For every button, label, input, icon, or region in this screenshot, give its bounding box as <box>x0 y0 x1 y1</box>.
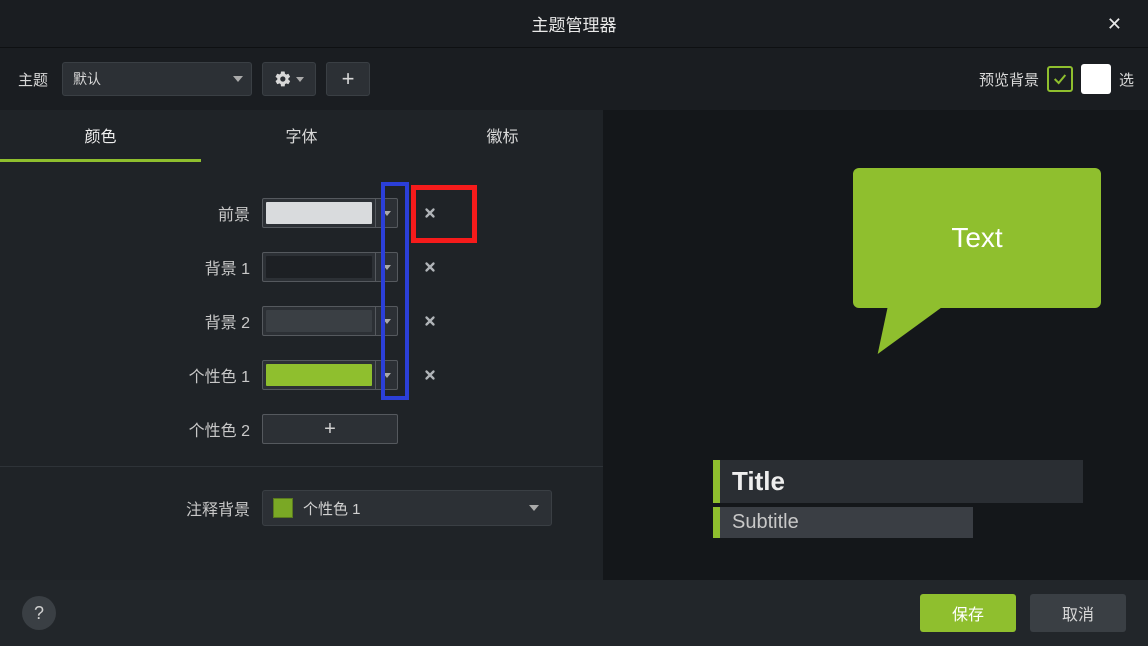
close-icon <box>423 206 437 220</box>
plus-icon: + <box>324 418 336 441</box>
truncated-label: 选 <box>1119 69 1134 90</box>
chevron-down-icon <box>383 211 391 216</box>
plus-icon: + <box>342 66 355 92</box>
check-icon <box>1052 71 1068 87</box>
background1-swatch <box>266 256 372 278</box>
tab-color[interactable]: 颜色 <box>0 110 201 162</box>
preview-title: Title <box>713 460 1083 503</box>
annotation-bg-select[interactable]: 个性色 1 <box>262 490 552 526</box>
gear-icon <box>274 70 292 88</box>
annotation-bg-value: 个性色 1 <box>303 498 361 519</box>
background2-delete-button[interactable] <box>410 301 450 341</box>
accent1-delete-button[interactable] <box>410 355 450 395</box>
background1-delete-button[interactable] <box>410 247 450 287</box>
foreground-dropdown[interactable] <box>375 199 397 227</box>
close-icon[interactable]: ✕ <box>1107 14 1122 35</box>
theme-settings-button[interactable] <box>262 62 316 96</box>
preview-panel: Text Title Subtitle <box>603 110 1148 580</box>
preview-bubble-text: Text <box>951 222 1002 254</box>
color-rows: 前景 背景 1 背景 2 <box>0 162 603 456</box>
toolbar: 主题 默认 + 预览背景 选 <box>0 48 1148 110</box>
preview-speech-bubble: Text <box>853 168 1101 308</box>
background1-dropdown[interactable] <box>375 253 397 281</box>
background1-color-picker[interactable] <box>262 252 398 282</box>
chevron-down-icon <box>529 505 539 511</box>
chevron-down-icon <box>296 77 304 82</box>
preview-bg-checkbox[interactable] <box>1047 66 1073 92</box>
chevron-down-icon <box>383 319 391 324</box>
close-icon <box>423 260 437 274</box>
help-button[interactable]: ? <box>22 596 56 630</box>
accent2-add-button[interactable]: + <box>262 414 398 444</box>
preview-subtitle: Subtitle <box>713 507 973 538</box>
foreground-label: 前景 <box>20 201 250 225</box>
accent1-color-picker[interactable] <box>262 360 398 390</box>
theme-label: 主题 <box>18 69 48 90</box>
save-button[interactable]: 保存 <box>920 594 1016 632</box>
row-annotation-bg: 注释背景 个性色 1 <box>0 483 603 533</box>
footer: ? 保存 取消 <box>0 580 1148 646</box>
accent2-label: 个性色 2 <box>20 417 250 441</box>
background2-label: 背景 2 <box>20 309 250 333</box>
row-foreground: 前景 <box>20 186 583 240</box>
separator <box>0 466 603 467</box>
add-theme-button[interactable]: + <box>326 62 370 96</box>
window-title: 主题管理器 <box>532 11 617 36</box>
foreground-swatch <box>266 202 372 224</box>
cancel-button[interactable]: 取消 <box>1030 594 1126 632</box>
background2-color-picker[interactable] <box>262 306 398 336</box>
background1-label: 背景 1 <box>20 255 250 279</box>
chevron-down-icon <box>383 265 391 270</box>
annotation-bg-swatch <box>273 498 293 518</box>
toolbar-right: 预览背景 选 <box>979 64 1134 94</box>
main-area: 颜色 字体 徽标 前景 背景 1 <box>0 110 1148 580</box>
chevron-down-icon <box>383 373 391 378</box>
annotation-bg-label: 注释背景 <box>20 496 250 520</box>
background2-dropdown[interactable] <box>375 307 397 335</box>
row-accent1: 个性色 1 <box>20 348 583 402</box>
theme-select[interactable]: 默认 <box>62 62 252 96</box>
row-accent2: 个性色 2 + <box>20 402 583 456</box>
tab-font[interactable]: 字体 <box>201 110 402 162</box>
tabs: 颜色 字体 徽标 <box>0 110 603 162</box>
row-background2: 背景 2 <box>20 294 583 348</box>
preview-title-block: Title Subtitle <box>713 460 1083 538</box>
tab-logo[interactable]: 徽标 <box>402 110 603 162</box>
preview-bg-swatch[interactable] <box>1081 64 1111 94</box>
foreground-color-picker[interactable] <box>262 198 398 228</box>
foreground-delete-button[interactable] <box>410 193 450 233</box>
chevron-down-icon <box>233 76 243 82</box>
background2-swatch <box>266 310 372 332</box>
accent1-swatch <box>266 364 372 386</box>
theme-select-value: 默认 <box>73 69 101 89</box>
title-bar: 主题管理器 ✕ <box>0 0 1148 48</box>
close-icon <box>423 368 437 382</box>
close-icon <box>423 314 437 328</box>
row-background1: 背景 1 <box>20 240 583 294</box>
left-panel: 颜色 字体 徽标 前景 背景 1 <box>0 110 603 580</box>
preview-bg-label: 预览背景 <box>979 69 1039 90</box>
accent1-label: 个性色 1 <box>20 363 250 387</box>
accent1-dropdown[interactable] <box>375 361 397 389</box>
